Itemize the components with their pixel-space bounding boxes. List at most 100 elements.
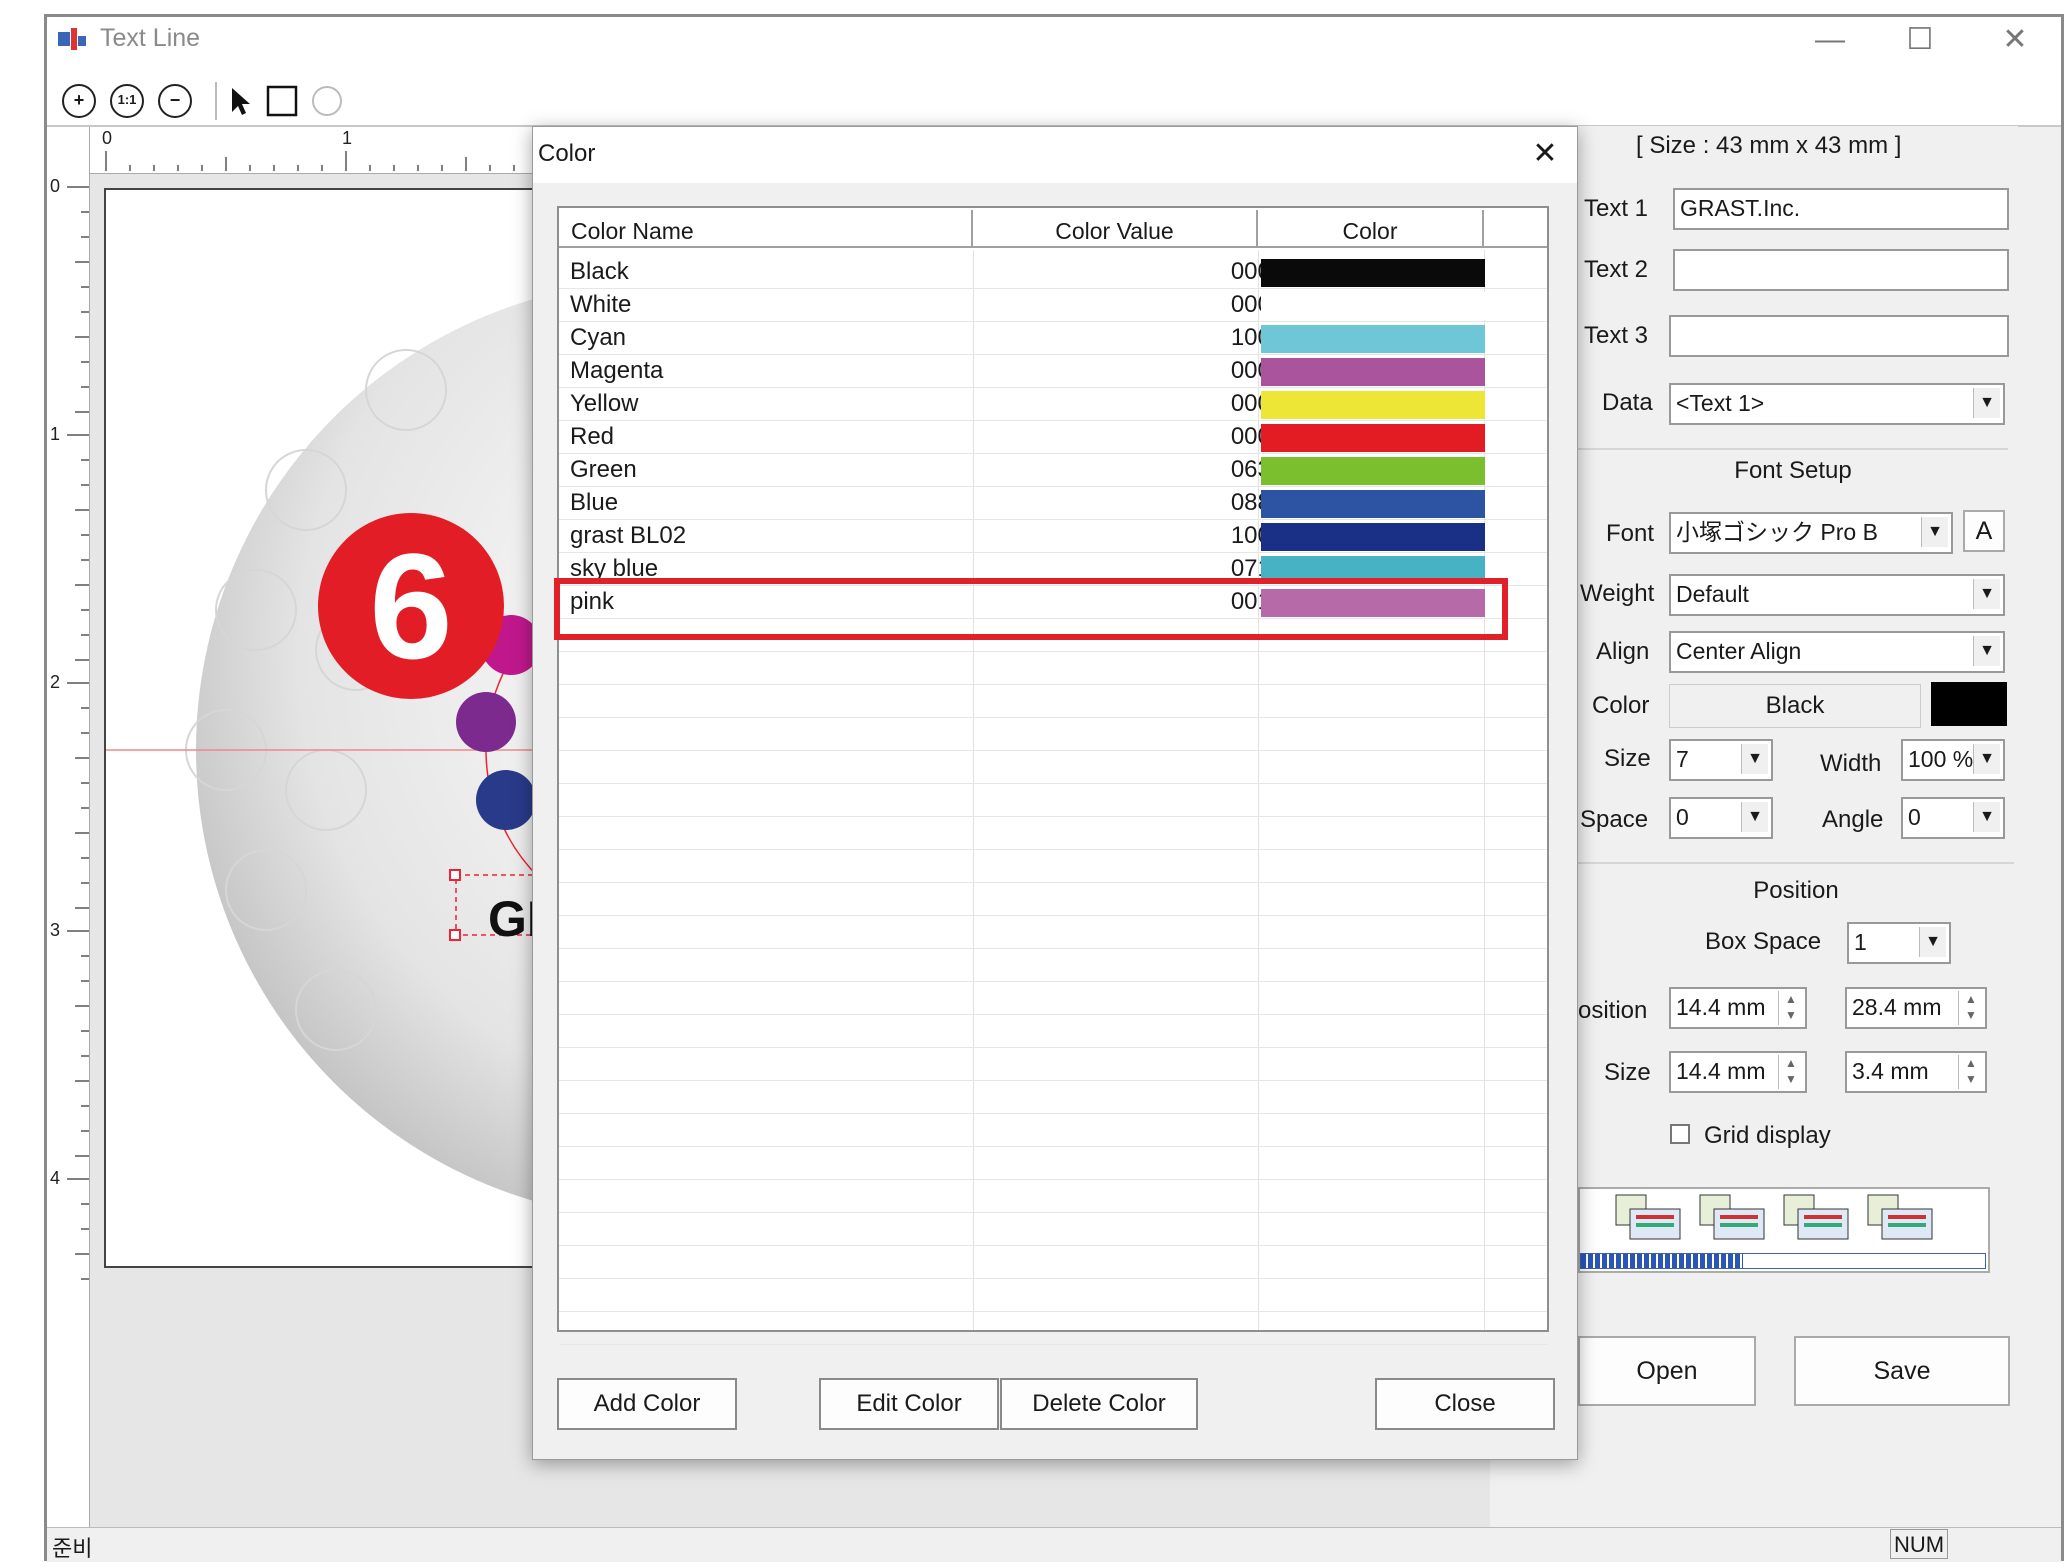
space-dropdown[interactable]: 0 ▼ xyxy=(1669,797,1773,839)
font-value: 小塚ゴシック Pro B xyxy=(1676,519,1878,545)
empty-row xyxy=(559,949,1547,982)
spinner-icon[interactable]: ▲ ▼ xyxy=(1958,1055,1983,1089)
color-row[interactable]: Blue088 077 000 000 xyxy=(559,487,1547,520)
vertical-ruler xyxy=(47,127,90,1527)
empty-row xyxy=(559,1081,1547,1114)
position-y-input[interactable]: 28.4 mm ▲ ▼ xyxy=(1845,987,1987,1029)
empty-row xyxy=(559,718,1547,751)
empty-row xyxy=(559,1279,1547,1312)
weight-value: Default xyxy=(1676,581,1749,607)
color-swatch-cell xyxy=(1261,490,1485,518)
close-icon[interactable]: ✕ xyxy=(1530,136,1560,171)
position-heading: Position xyxy=(1753,877,1839,904)
weight-dropdown[interactable]: Default ▼ xyxy=(1669,574,2005,616)
dialog-title-bar xyxy=(533,127,1577,183)
data-dropdown[interactable]: <Text 1> ▼ xyxy=(1669,383,2005,425)
spinner-icon[interactable]: ▲ ▼ xyxy=(1778,1055,1803,1089)
text3-input[interactable] xyxy=(1669,315,2009,357)
color-swatch[interactable] xyxy=(1931,682,2007,726)
spinner-icon[interactable]: ▲ ▼ xyxy=(1778,991,1803,1025)
color-row[interactable]: Cyan100 000 000 000 xyxy=(559,322,1547,355)
size-width-value: 14.4 mm xyxy=(1676,1058,1766,1084)
data-label: Data xyxy=(1602,389,1653,416)
spinner-icon[interactable]: ▲ ▼ xyxy=(1958,991,1983,1025)
align-dropdown[interactable]: Center Align ▼ xyxy=(1669,631,2005,673)
color-label: Color xyxy=(1592,692,1650,719)
color-name-cell: White xyxy=(570,291,632,318)
chevron-down-icon: ▼ xyxy=(1973,388,2000,418)
position-x-input[interactable]: 14.4 mm ▲ ▼ xyxy=(1669,987,1807,1029)
empty-row xyxy=(559,916,1547,949)
empty-row xyxy=(559,1147,1547,1180)
add-color-button[interactable]: Add Color xyxy=(557,1378,737,1430)
layout-preset-icon[interactable] xyxy=(1614,1193,1684,1248)
progress-fill xyxy=(1581,1254,1743,1268)
open-button[interactable]: Open xyxy=(1578,1336,1756,1406)
zoom-in-icon[interactable]: + xyxy=(62,84,96,118)
color-name-cell: Cyan xyxy=(570,324,627,351)
color-row[interactable]: Red000 099 100 000 xyxy=(559,421,1547,454)
window-title: Text Line xyxy=(100,24,201,52)
color-name-cell: Black xyxy=(570,258,629,285)
text1-input[interactable]: GRAST.Inc. xyxy=(1673,188,2009,230)
color-row[interactable]: Green063 000 100 000 xyxy=(559,454,1547,487)
empty-row xyxy=(559,1015,1547,1048)
empty-row xyxy=(559,685,1547,718)
design-canvas[interactable] xyxy=(104,188,574,1268)
color-row[interactable]: grast BL02100 098 017 020 xyxy=(559,520,1547,553)
color-swatch-cell xyxy=(1261,391,1485,419)
width-label: Width xyxy=(1820,750,1882,777)
box-space-value: 1 xyxy=(1854,929,1867,955)
close-window-button[interactable]: ✕ xyxy=(1985,20,2045,60)
column-header-name[interactable]: Color Name xyxy=(559,210,973,248)
color-name-cell: grast BL02 xyxy=(570,522,687,549)
color-row[interactable]: White000 000 000 000 xyxy=(559,289,1547,322)
edit-color-button[interactable]: Edit Color xyxy=(819,1378,999,1430)
zoom-actual-icon[interactable]: 1:1 xyxy=(110,84,144,118)
text2-input[interactable] xyxy=(1673,249,2009,291)
data-value: <Text 1> xyxy=(1676,390,1765,416)
dialog-title: Color xyxy=(538,140,596,167)
save-button[interactable]: Save xyxy=(1794,1336,2010,1406)
highlight-box xyxy=(554,578,1508,640)
color-name-cell: Blue xyxy=(570,489,619,516)
width-dropdown[interactable]: 100 % ▼ xyxy=(1901,739,2005,781)
column-header-color[interactable]: Color xyxy=(1258,210,1484,248)
font-style-button[interactable]: A xyxy=(1963,510,2005,552)
layout-preset-icon[interactable] xyxy=(1866,1193,1936,1248)
horizontal-ruler xyxy=(90,127,560,174)
chevron-down-icon: ▼ xyxy=(1973,744,2000,774)
color-row[interactable]: Yellow000 000 100 000 xyxy=(559,388,1547,421)
close-button[interactable]: Close xyxy=(1375,1378,1555,1430)
rectangle-tool-icon[interactable] xyxy=(265,84,299,118)
empty-row xyxy=(559,1213,1547,1246)
ellipse-tool-icon[interactable] xyxy=(310,84,344,118)
chevron-down-icon: ▼ xyxy=(1973,579,2000,609)
grid-display-label: Grid display xyxy=(1704,1122,1831,1149)
color-name-field[interactable]: Black xyxy=(1669,684,1921,728)
font-label: Font xyxy=(1606,520,1655,547)
zoom-out-icon[interactable]: − xyxy=(158,84,192,118)
empty-row xyxy=(559,850,1547,883)
minimize-button[interactable]: — xyxy=(1800,20,1860,60)
layout-preset-icon[interactable] xyxy=(1782,1193,1852,1248)
position-x-value: 14.4 mm xyxy=(1676,994,1766,1020)
layout-preset-icon[interactable] xyxy=(1698,1193,1768,1248)
align-label: Align xyxy=(1596,638,1650,665)
size-height-input[interactable]: 3.4 mm ▲ ▼ xyxy=(1845,1051,1987,1093)
color-row[interactable]: Black000 000 000 100 xyxy=(559,256,1547,289)
maximize-button[interactable]: ☐ xyxy=(1890,20,1950,60)
font-dropdown[interactable]: 小塚ゴシック Pro B ▼ xyxy=(1669,512,1953,554)
pointer-tool-icon[interactable] xyxy=(222,84,256,118)
box-space-dropdown[interactable]: 1 ▼ xyxy=(1847,922,1951,964)
angle-dropdown[interactable]: 0 ▼ xyxy=(1901,797,2005,839)
grid-display-checkbox[interactable] xyxy=(1670,1124,1690,1144)
column-header-value[interactable]: Color Value xyxy=(973,210,1258,248)
color-name-cell: Magenta xyxy=(570,357,664,384)
color-row[interactable]: Magenta000 100 000 000 xyxy=(559,355,1547,388)
align-value: Center Align xyxy=(1676,638,1802,664)
size-width-input[interactable]: 14.4 mm ▲ ▼ xyxy=(1669,1051,1807,1093)
size-dropdown[interactable]: 7 ▼ xyxy=(1669,739,1773,781)
delete-color-button[interactable]: Delete Color xyxy=(1000,1378,1198,1430)
color-swatch-cell xyxy=(1261,523,1485,551)
